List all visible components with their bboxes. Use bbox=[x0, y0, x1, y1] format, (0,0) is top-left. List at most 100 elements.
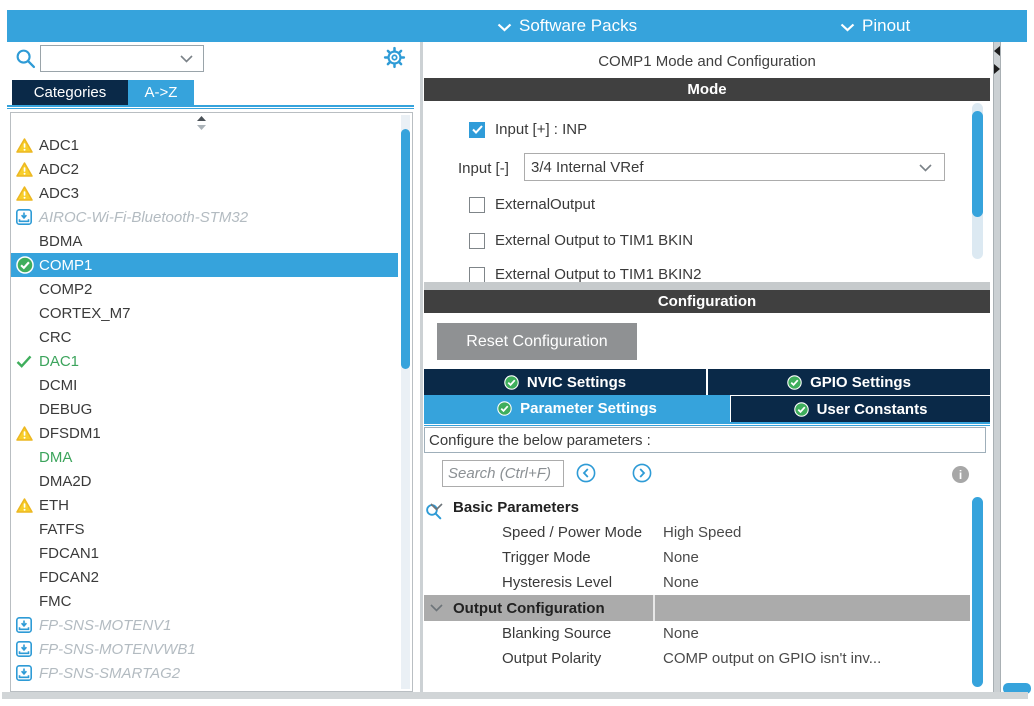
external-output-label: ExternalOutput bbox=[495, 196, 595, 213]
peripheral-list-item[interactable]: BDMA bbox=[11, 229, 398, 253]
parameter-group-row[interactable]: Output Configuration bbox=[424, 595, 970, 621]
peripheral-list-item[interactable]: FMC bbox=[11, 589, 398, 613]
top-menu-bar: Software Packs Pinout bbox=[7, 10, 1027, 42]
pinout-label: Pinout bbox=[862, 16, 910, 36]
collapse-right-arrow-icon[interactable] bbox=[994, 64, 1000, 74]
peripheral-list-item[interactable]: DMA bbox=[11, 445, 398, 469]
parameter-name: Blanking Source bbox=[502, 625, 663, 642]
warning-icon bbox=[16, 138, 39, 153]
info-icon[interactable]: i bbox=[952, 466, 969, 483]
collapse-left-arrow-icon[interactable] bbox=[994, 46, 1000, 56]
peripheral-label: DAC1 bbox=[39, 353, 79, 370]
peripheral-list-item[interactable]: ADC2 bbox=[11, 157, 398, 181]
parameter-group-row[interactable]: Basic Parameters bbox=[424, 494, 970, 520]
mode-section-header: Mode bbox=[424, 78, 990, 101]
peripheral-label: FP-SNS-MOTENV1 bbox=[39, 617, 172, 634]
parameter-row[interactable]: Hysteresis Level None bbox=[424, 570, 970, 595]
next-match-button[interactable] bbox=[632, 463, 652, 488]
tab-a-to-z[interactable]: A->Z bbox=[128, 80, 194, 105]
parameters-scrollbar-thumb[interactable] bbox=[972, 497, 983, 687]
input-minus-select[interactable]: 3/4 Internal VRef bbox=[524, 153, 945, 181]
external-output-checkbox[interactable] bbox=[469, 197, 485, 213]
peripheral-label: BDMA bbox=[39, 233, 82, 250]
parameter-row[interactable]: Trigger Mode None bbox=[424, 545, 970, 570]
peripheral-list-item[interactable]: DMA2D bbox=[11, 469, 398, 493]
input-plus-checkbox[interactable] bbox=[469, 122, 485, 138]
tab-nvic-settings[interactable]: NVIC Settings bbox=[424, 369, 706, 395]
peripheral-list: ADC1 ADC2 ADC3 AIROC-Wi-Fi-Bluetooth-STM… bbox=[10, 112, 413, 692]
check-badge-icon bbox=[794, 402, 809, 417]
panel-splitter[interactable] bbox=[993, 42, 1001, 699]
peripheral-list-item[interactable]: COMP2 bbox=[11, 277, 398, 301]
peripheral-list-item[interactable]: FP-SNS-MOTENV1 bbox=[11, 613, 398, 637]
tab-parameter-settings-label: Parameter Settings bbox=[520, 400, 657, 417]
check-badge-icon bbox=[787, 375, 802, 390]
list-scrollbar-thumb[interactable] bbox=[401, 129, 410, 369]
parameter-row[interactable]: Blanking Source None bbox=[424, 621, 970, 646]
parameter-value: COMP output on GPIO isn't inv... bbox=[663, 650, 881, 667]
peripheral-list-item[interactable]: FP-SNS-MOTENVWB1 bbox=[11, 637, 398, 661]
external-output-bkin-checkbox[interactable] bbox=[469, 233, 485, 249]
peripheral-list-item[interactable]: ADC3 bbox=[11, 181, 398, 205]
chevron-down-icon bbox=[840, 23, 855, 32]
tab-user-constants[interactable]: User Constants bbox=[731, 396, 990, 422]
reset-configuration-button[interactable]: Reset Configuration bbox=[437, 323, 637, 360]
peripheral-label: FDCAN1 bbox=[39, 545, 99, 562]
warning-icon bbox=[16, 162, 39, 177]
software-pack-icon bbox=[16, 665, 39, 681]
tab-nvic-settings-label: NVIC Settings bbox=[527, 374, 626, 391]
parameter-row[interactable]: Speed / Power Mode High Speed bbox=[424, 520, 970, 545]
peripheral-list-item[interactable]: DAC1 bbox=[11, 349, 398, 373]
peripheral-list-item[interactable]: FATFS bbox=[11, 517, 398, 541]
parameter-name: Speed / Power Mode bbox=[502, 524, 663, 541]
peripheral-list-item[interactable]: FDCAN1 bbox=[11, 541, 398, 565]
peripheral-list-item[interactable]: COMP1 bbox=[11, 253, 398, 277]
external-output-bkin2-checkbox[interactable] bbox=[469, 267, 485, 283]
search-icon bbox=[15, 48, 36, 69]
peripheral-label: ADC2 bbox=[39, 161, 79, 178]
peripheral-list-item[interactable]: FDCAN2 bbox=[11, 565, 398, 589]
peripheral-label: FATFS bbox=[39, 521, 85, 538]
peripheral-list-item[interactable]: DEBUG bbox=[11, 397, 398, 421]
previous-match-button[interactable] bbox=[576, 463, 596, 488]
mode-scrollbar-thumb[interactable] bbox=[972, 111, 983, 217]
tab-user-constants-label: User Constants bbox=[817, 401, 928, 418]
peripheral-label: FP-SNS-SMARTAG2 bbox=[39, 665, 180, 682]
chevron-down-icon bbox=[497, 23, 512, 32]
input-plus-row: Input [+] : INP bbox=[469, 121, 587, 138]
peripheral-list-item[interactable]: CORTEX_M7 bbox=[11, 301, 398, 325]
software-packs-menu[interactable]: Software Packs bbox=[497, 10, 637, 42]
peripheral-label: ADC3 bbox=[39, 185, 79, 202]
tab-parameter-settings[interactable]: Parameter Settings bbox=[424, 395, 730, 422]
peripheral-list-item[interactable]: ETH bbox=[11, 493, 398, 517]
tab-gpio-settings-label: GPIO Settings bbox=[810, 374, 911, 391]
software-pack-icon bbox=[16, 617, 39, 633]
peripheral-list-item[interactable]: DCMI bbox=[11, 373, 398, 397]
settings-gear-icon[interactable] bbox=[383, 46, 406, 74]
peripheral-list-item[interactable]: DFSDM1 bbox=[11, 421, 398, 445]
check-icon bbox=[16, 355, 39, 368]
peripheral-list-item[interactable]: CRC bbox=[11, 325, 398, 349]
peripheral-label: FDCAN2 bbox=[39, 569, 99, 586]
software-packs-label: Software Packs bbox=[519, 16, 637, 36]
peripheral-filter-combobox[interactable] bbox=[40, 45, 204, 72]
input-plus-label: Input [+] : INP bbox=[495, 121, 587, 138]
chevron-left-circle-icon bbox=[576, 463, 596, 483]
sort-header[interactable] bbox=[11, 113, 412, 133]
pinout-menu[interactable]: Pinout bbox=[840, 10, 910, 42]
peripheral-label: ADC1 bbox=[39, 137, 79, 154]
parameter-group-label: Output Configuration bbox=[453, 600, 605, 617]
external-output-bkin-row: External Output to TIM1 BKIN bbox=[469, 232, 693, 249]
parameter-name: Trigger Mode bbox=[502, 549, 663, 566]
parameter-tree: Basic Parameters Speed / Power Mode High… bbox=[424, 494, 970, 671]
parameter-group-label: Basic Parameters bbox=[453, 499, 579, 516]
parameter-name: Hysteresis Level bbox=[502, 574, 663, 591]
peripheral-list-item[interactable]: AIROC-Wi-Fi-Bluetooth-STM32 bbox=[11, 205, 398, 229]
tab-categories[interactable]: Categories bbox=[12, 80, 128, 105]
parameter-row[interactable]: Output Polarity COMP output on GPIO isn'… bbox=[424, 646, 970, 671]
peripheral-list-item[interactable]: FP-SNS-SMARTAG2 bbox=[11, 661, 398, 685]
peripheral-list-item[interactable]: ADC1 bbox=[11, 133, 398, 157]
parameter-search-input[interactable] bbox=[442, 460, 564, 487]
software-pack-icon bbox=[16, 209, 39, 225]
tab-gpio-settings[interactable]: GPIO Settings bbox=[708, 369, 990, 395]
